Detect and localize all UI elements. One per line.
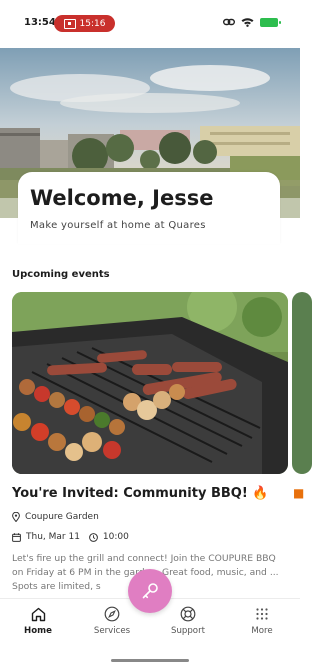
status-bar: 13:54 15:16 <box>0 0 300 48</box>
upcoming-events-heading: Upcoming events <box>12 269 110 280</box>
key-fab-button[interactable] <box>128 569 172 613</box>
welcome-subtitle: Make yourself at home at Quares <box>30 220 206 231</box>
key-icon <box>142 583 158 599</box>
nav-more[interactable]: More <box>232 605 292 636</box>
welcome-card: Welcome, Jesse Make yourself at home at … <box>18 172 280 244</box>
event-location-text: Coupure Garden <box>25 512 99 522</box>
calendar-icon <box>12 532 21 542</box>
welcome-title: Welcome, Jesse <box>30 186 214 210</box>
recording-time: 15:16 <box>79 18 106 29</box>
event-location: Coupure Garden <box>12 512 99 522</box>
nav-home[interactable]: Home <box>8 605 68 636</box>
battery-icon <box>260 17 281 27</box>
nav-home-label: Home <box>24 626 52 636</box>
link-icon <box>223 18 235 26</box>
event-title[interactable]: You're Invited: Community BBQ! 🔥 <box>12 486 268 501</box>
lifebuoy-icon <box>180 606 196 622</box>
clock-icon <box>89 532 98 542</box>
event-datetime: Thu, Mar 11 10:00 <box>12 532 129 542</box>
nav-support-label: Support <box>171 626 205 636</box>
nav-services[interactable]: Services <box>82 605 142 636</box>
event-image-bbq[interactable] <box>12 292 288 474</box>
fire-emoji: 🔥 <box>252 486 269 501</box>
home-indicator <box>111 659 189 662</box>
event-date: Thu, Mar 11 <box>26 532 80 542</box>
nav-more-label: More <box>251 626 273 636</box>
system-icons <box>223 17 281 27</box>
compass-icon <box>104 606 120 622</box>
event-title-text: You're Invited: Community BBQ! <box>12 486 248 501</box>
grid-dots-icon <box>256 608 268 620</box>
nav-support[interactable]: Support <box>158 605 218 636</box>
screen-recording-pill[interactable]: 15:16 <box>54 15 115 32</box>
wifi-icon <box>241 18 254 27</box>
location-pin-icon <box>12 512 20 522</box>
home-icon <box>31 607 45 621</box>
recording-icon <box>63 18 76 29</box>
nav-services-label: Services <box>93 626 131 636</box>
next-event-title-peek: ■ <box>293 486 305 500</box>
event-image-next[interactable] <box>292 292 312 474</box>
status-time: 13:54 <box>24 17 56 28</box>
event-time: 10:00 <box>102 532 129 542</box>
